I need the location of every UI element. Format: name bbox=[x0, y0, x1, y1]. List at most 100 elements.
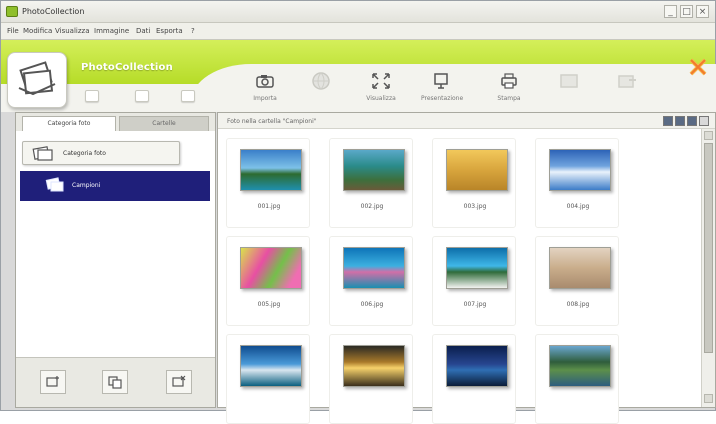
print-icon bbox=[498, 71, 520, 91]
new-category-button[interactable] bbox=[40, 370, 66, 394]
window-title: PhotoCollection bbox=[22, 7, 85, 16]
view-fit-icon bbox=[370, 71, 392, 91]
folder-title: Foto nella cartella "Campioni" bbox=[227, 118, 317, 125]
menu-modifica[interactable]: Modifica bbox=[23, 27, 52, 35]
photo-caption: 001.jpg bbox=[257, 203, 281, 210]
share-icon bbox=[558, 71, 580, 91]
menu-bar: File Modifica Visualizza Immagine Dati E… bbox=[1, 23, 715, 40]
copy-category-button[interactable] bbox=[102, 370, 128, 394]
delete-category-button[interactable] bbox=[166, 370, 192, 394]
scroll-up-arrow[interactable] bbox=[704, 131, 713, 140]
photo-caption: 008.jpg bbox=[566, 301, 590, 308]
photo-thumbnail bbox=[343, 345, 405, 387]
photo-thumbnail bbox=[343, 149, 405, 191]
share-button[interactable] bbox=[549, 71, 589, 105]
category-panel: Categoria foto Cartelle Categoria foto C… bbox=[15, 112, 216, 408]
export-icon bbox=[616, 71, 638, 91]
photo-caption: 003.jpg bbox=[463, 203, 487, 210]
menu-immagine[interactable]: Immagine bbox=[94, 27, 129, 35]
app-name: PhotoCollection bbox=[81, 62, 173, 73]
tab-categoria-foto[interactable]: Categoria foto bbox=[22, 116, 116, 131]
export-button[interactable] bbox=[607, 71, 647, 105]
photo-item[interactable]: 001.jpg bbox=[226, 138, 310, 228]
photo-thumbnail bbox=[240, 149, 302, 191]
photo-caption: 002.jpg bbox=[360, 203, 384, 210]
slideshow-label: Presentazione bbox=[421, 95, 464, 102]
menu-file[interactable]: File bbox=[7, 27, 19, 35]
photo-thumbnail bbox=[446, 149, 508, 191]
header-mini-button-3[interactable] bbox=[181, 90, 195, 102]
photo-stack-icon bbox=[45, 177, 64, 192]
photo-caption: 007.jpg bbox=[463, 301, 487, 308]
window-controls: _ □ × bbox=[664, 5, 709, 18]
vertical-scrollbar[interactable] bbox=[701, 129, 715, 407]
header-mini-button-1[interactable] bbox=[85, 90, 99, 102]
slideshow-icon bbox=[430, 71, 452, 91]
photo-item[interactable]: 007.jpg bbox=[432, 236, 516, 326]
print-button[interactable]: Stampa bbox=[489, 71, 529, 105]
camera-icon bbox=[254, 71, 276, 91]
view-medium-icons-button[interactable] bbox=[675, 116, 685, 126]
photo-caption: 005.jpg bbox=[257, 301, 281, 308]
photo-item[interactable]: 005.jpg bbox=[226, 236, 310, 326]
photo-item[interactable]: 004.jpg bbox=[535, 138, 619, 228]
minimize-button[interactable]: _ bbox=[664, 5, 677, 18]
app-window: PhotoCollection _ □ × File Modifica Visu… bbox=[0, 0, 716, 424]
slideshow-button[interactable]: Presentazione bbox=[421, 71, 464, 105]
photo-thumbnail bbox=[446, 345, 508, 387]
photo-caption: 004.jpg bbox=[566, 203, 590, 210]
import-label: Importa bbox=[253, 95, 277, 102]
photo-caption: 006.jpg bbox=[360, 301, 384, 308]
scroll-down-arrow[interactable] bbox=[704, 394, 713, 403]
menu-dati[interactable]: Dati bbox=[136, 27, 150, 35]
photo-item[interactable]: 008.jpg bbox=[535, 236, 619, 326]
print-label: Stampa bbox=[497, 95, 521, 102]
photo-thumbnail bbox=[240, 345, 302, 387]
close-window-button[interactable]: × bbox=[696, 5, 709, 18]
menu-help[interactable]: ? bbox=[191, 27, 195, 35]
panel-tabs: Categoria foto Cartelle bbox=[16, 113, 215, 131]
tree-root-label: Categoria foto bbox=[63, 150, 106, 157]
header-mini-button-2[interactable] bbox=[135, 90, 149, 102]
category-actions bbox=[16, 357, 215, 407]
photo-thumbnail bbox=[549, 149, 611, 191]
tab-cartelle[interactable]: Cartelle bbox=[119, 116, 209, 131]
new-category-icon bbox=[46, 376, 59, 387]
photo-item[interactable]: 002.jpg bbox=[329, 138, 413, 228]
copy-icon bbox=[108, 376, 122, 389]
maximize-button[interactable]: □ bbox=[680, 5, 693, 18]
scroll-thumb[interactable] bbox=[704, 143, 713, 353]
app-header: PhotoCollection Importa Visualizza Prese… bbox=[1, 40, 716, 112]
view-details-button[interactable] bbox=[699, 116, 709, 126]
photo-stack-icon bbox=[18, 61, 56, 96]
photo-item[interactable]: 006.jpg bbox=[329, 236, 413, 326]
view-small-icons-button[interactable] bbox=[687, 116, 697, 126]
photo-browser-header: Foto nella cartella "Campioni" bbox=[218, 113, 715, 129]
app-logo bbox=[7, 52, 67, 108]
import-button[interactable]: Importa bbox=[245, 71, 285, 105]
exit-icon[interactable] bbox=[687, 56, 709, 78]
view-label: Visualizza bbox=[366, 95, 396, 102]
photo-grid: 001.jpg 002.jpg 003.jpg 004.jpg 005.jpg … bbox=[226, 138, 646, 424]
globe-icon bbox=[310, 71, 332, 91]
photo-thumbnail bbox=[343, 247, 405, 289]
view-large-icons-button[interactable] bbox=[663, 116, 673, 126]
delete-category-icon bbox=[172, 375, 186, 387]
photo-thumbnail bbox=[549, 247, 611, 289]
menu-visualizza[interactable]: Visualizza bbox=[55, 27, 89, 35]
tree-item-campioni[interactable]: Campioni bbox=[20, 171, 210, 201]
photo-stack-icon bbox=[32, 146, 53, 161]
view-mode-buttons bbox=[663, 116, 709, 126]
menu-esporta[interactable]: Esporta bbox=[156, 27, 183, 35]
photo-thumbnail bbox=[549, 345, 611, 387]
view-button[interactable]: Visualizza bbox=[361, 71, 401, 105]
photo-thumbnail bbox=[446, 247, 508, 289]
app-icon bbox=[6, 6, 18, 17]
web-button[interactable] bbox=[301, 71, 341, 105]
photo-item[interactable]: 003.jpg bbox=[432, 138, 516, 228]
photo-thumbnail bbox=[240, 247, 302, 289]
tree-item-label: Campioni bbox=[72, 182, 101, 189]
photo-browser: Foto nella cartella "Campioni" 001.jpg 0… bbox=[217, 112, 716, 424]
title-bar: PhotoCollection _ □ × bbox=[1, 1, 715, 23]
tree-root-category[interactable]: Categoria foto bbox=[22, 141, 180, 165]
